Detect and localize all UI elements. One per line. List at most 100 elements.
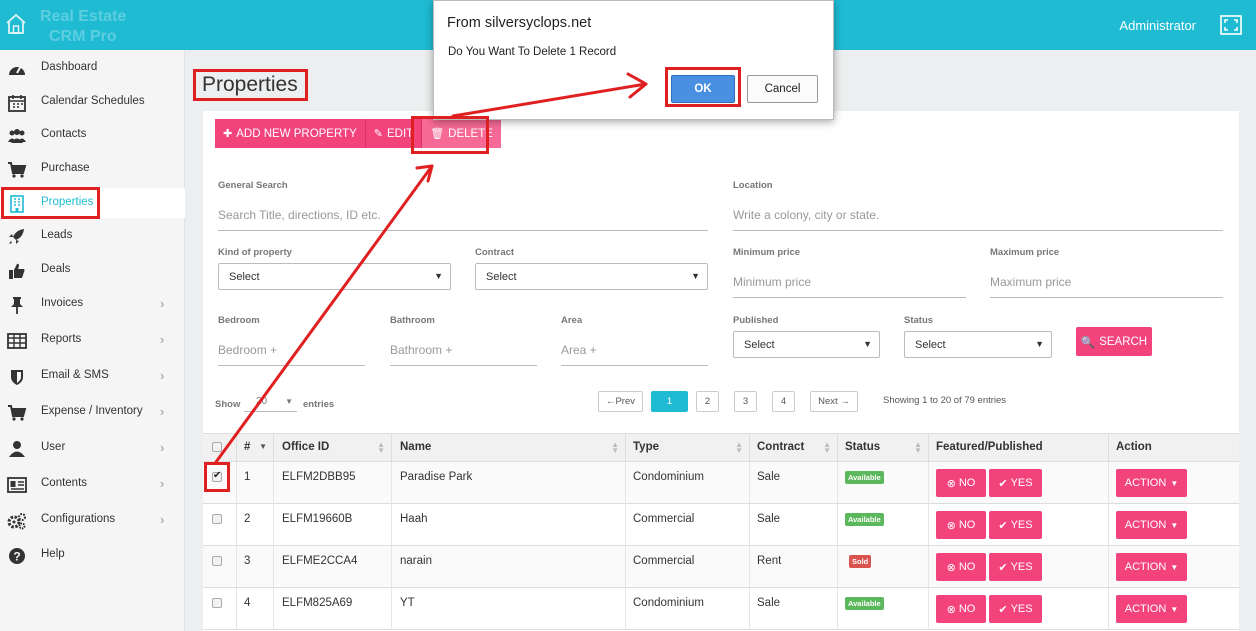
- bathroom-input[interactable]: Bathroom +: [390, 343, 452, 357]
- bedroom-underline: [218, 365, 365, 366]
- sidebar-item-label: Help: [41, 548, 65, 560]
- edit-icon: ✎: [373, 128, 383, 140]
- highlight-properties: [1, 187, 100, 219]
- cart-icon: [8, 162, 27, 178]
- sidebar-item-calendar-schedules[interactable]: Calendar Schedules: [0, 87, 185, 117]
- bathroom-label: Bathroom: [390, 315, 435, 326]
- dialog-cancel-button[interactable]: Cancel: [747, 75, 818, 103]
- column-header-type[interactable]: Type ▲ ▼: [626, 434, 750, 463]
- cell-action: ACTION ▼: [1109, 504, 1239, 546]
- pagination-page-4[interactable]: 4: [772, 391, 795, 412]
- no-button[interactable]: ⊗ NO: [936, 469, 986, 497]
- pagination-prev[interactable]: ←Prev: [598, 391, 643, 412]
- row-select-cell: [203, 588, 237, 630]
- yes-button[interactable]: ✔ YES: [989, 469, 1042, 497]
- add-new-property-button[interactable]: ✚ ADD NEW PROPERTY: [215, 119, 366, 148]
- pagination-next[interactable]: Next →: [810, 391, 858, 412]
- caret-down-icon: ▼: [863, 339, 872, 349]
- column-header-status[interactable]: Status ▲ ▼: [838, 434, 929, 463]
- column-header-name[interactable]: Name ▲ ▼: [392, 434, 626, 463]
- sidebar-item-email-sms[interactable]: Email & SMS ›: [0, 361, 185, 391]
- kind-select[interactable]: Select ▼: [218, 263, 451, 290]
- sidebar-item-invoices[interactable]: Invoices ›: [0, 289, 185, 319]
- pagination-page-2[interactable]: 2: [696, 391, 719, 412]
- location-label: Location: [733, 180, 773, 191]
- column-header-number[interactable]: # ▼: [237, 434, 274, 463]
- column-label: Status: [845, 441, 881, 453]
- sidebar-item-contents[interactable]: Contents ›: [0, 469, 185, 499]
- page-size-select[interactable]: 20 ▼: [244, 396, 297, 412]
- showing-entries-text: Showing 1 to 20 of 79 entries: [883, 395, 1007, 406]
- caret-down-icon: ▼: [1170, 478, 1179, 488]
- no-button[interactable]: ⊗ NO: [936, 511, 986, 539]
- brand-logo[interactable]: Real Estate CRM Pro: [0, 0, 185, 50]
- max-price-label: Maximum price: [990, 247, 1060, 258]
- sidebar-item-label: Calendar Schedules: [41, 95, 145, 107]
- chevron-right-icon: ›: [160, 440, 165, 455]
- cell-office-id: ELFME2CCA4: [274, 546, 392, 588]
- sidebar-item-user[interactable]: User ›: [0, 433, 185, 463]
- min-price-input[interactable]: Minimum price: [733, 275, 811, 289]
- action-dropdown-button[interactable]: ACTION ▼: [1116, 511, 1187, 539]
- search-button[interactable]: 🔍 SEARCH: [1076, 327, 1152, 356]
- entries-label: entries: [303, 399, 335, 410]
- sidebar-item-reports[interactable]: Reports ›: [0, 325, 185, 355]
- dialog-message: Do You Want To Delete 1 Record: [448, 46, 617, 58]
- cell-status: Available: [838, 462, 929, 504]
- column-label: Type: [633, 441, 659, 453]
- yes-button[interactable]: ✔ YES: [989, 595, 1042, 623]
- sort-icon: ▲ ▼: [823, 440, 831, 455]
- contract-value: Select: [486, 271, 517, 283]
- action-dropdown-button[interactable]: ACTION ▼: [1116, 595, 1187, 623]
- sidebar-item-configurations[interactable]: Configurations ›: [0, 505, 185, 535]
- column-header-office-id[interactable]: Office ID ▲ ▼: [274, 434, 392, 463]
- select-all-checkbox[interactable]: [212, 442, 222, 452]
- sidebar-item-contacts[interactable]: Contacts: [0, 120, 185, 150]
- bedroom-input[interactable]: Bedroom +: [218, 343, 277, 357]
- action-dropdown-button[interactable]: ACTION ▼: [1116, 553, 1187, 581]
- general-search-input[interactable]: Search Title, directions, ID etc.: [218, 208, 381, 222]
- shield-icon: [11, 370, 23, 385]
- column-label: Office ID: [282, 441, 330, 453]
- sidebar-item-label: Expense / Inventory: [41, 405, 143, 417]
- published-select[interactable]: Select ▼: [733, 331, 880, 358]
- sidebar-item-leads[interactable]: Leads: [0, 221, 185, 251]
- user-menu[interactable]: Administrator: [1119, 18, 1196, 33]
- max-price-input[interactable]: Maximum price: [990, 275, 1071, 289]
- fullscreen-icon[interactable]: [1220, 15, 1242, 35]
- no-button[interactable]: ⊗ NO: [936, 595, 986, 623]
- row-checkbox[interactable]: [212, 514, 222, 524]
- sidebar-item-purchase[interactable]: Purchase: [0, 154, 185, 184]
- cell-contract: Sale: [750, 462, 838, 504]
- cell-status: Available: [838, 504, 929, 546]
- column-header-contract[interactable]: Contract ▲ ▼: [750, 434, 838, 463]
- min-price-label: Minimum price: [733, 247, 801, 258]
- pagination-page-3[interactable]: 3: [734, 391, 757, 412]
- contract-label: Contract: [475, 247, 515, 258]
- pagination-page-1[interactable]: 1: [651, 391, 688, 412]
- cell-featured-published: ⊗ NO ✔ YES: [929, 588, 1109, 630]
- chevron-right-icon: ›: [160, 404, 165, 419]
- row-checkbox[interactable]: [212, 556, 222, 566]
- area-input[interactable]: Area +: [561, 343, 597, 357]
- sidebar-item-label: Invoices: [41, 297, 84, 309]
- sidebar-item-deals[interactable]: Deals: [0, 255, 185, 285]
- row-checkbox[interactable]: [212, 598, 222, 608]
- cell-contract: Sale: [750, 588, 838, 630]
- yes-button[interactable]: ✔ YES: [989, 553, 1042, 581]
- location-underline: [733, 230, 1223, 231]
- no-button[interactable]: ⊗ NO: [936, 553, 986, 581]
- contract-select[interactable]: Select ▼: [475, 263, 708, 290]
- cell-featured-published: ⊗ NO ✔ YES: [929, 462, 1109, 504]
- max-price-underline: [990, 297, 1223, 298]
- highlight-delete: [411, 116, 489, 154]
- sidebar-item-dashboard[interactable]: Dashboard: [0, 53, 185, 83]
- sidebar-item-help[interactable]: ? Help: [0, 540, 185, 570]
- status-select[interactable]: Select ▼: [904, 331, 1052, 358]
- yes-label: YES: [1010, 561, 1033, 573]
- location-input[interactable]: Write a colony, city or state.: [733, 208, 879, 222]
- action-dropdown-button[interactable]: ACTION ▼: [1116, 469, 1187, 497]
- yes-button[interactable]: ✔ YES: [989, 511, 1042, 539]
- sidebar-item-expense-inventory[interactable]: Expense / Inventory ›: [0, 397, 185, 427]
- cell-type: Commercial: [626, 546, 750, 588]
